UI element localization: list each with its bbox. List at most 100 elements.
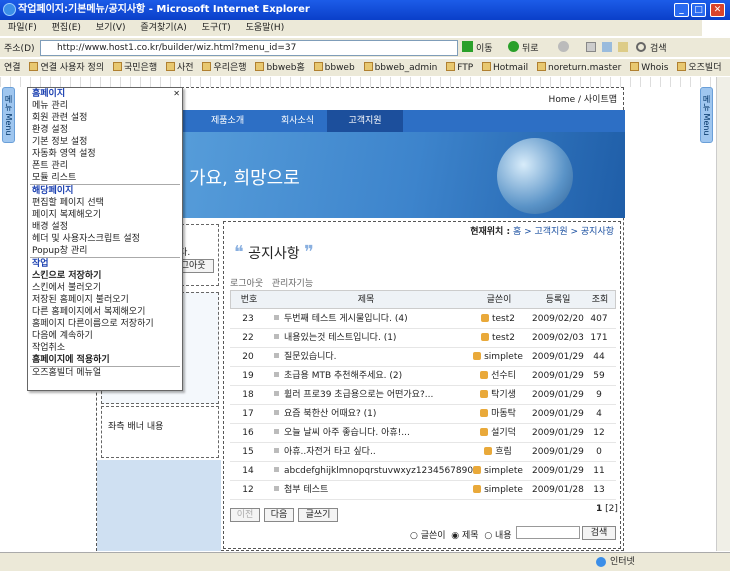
row-title[interactable]: abcdefghijklmnopqrstuvwxyz1234567890 <box>274 462 473 481</box>
row-title[interactable]: 두번째 테스트 게시물입니다. (4) <box>274 310 408 329</box>
popup-menu-item[interactable]: 편집할 페이지 선택 <box>28 197 182 209</box>
popup-menu-item[interactable]: 모듈 리스트 <box>28 172 182 184</box>
popup-menu-item[interactable]: 페이지 복제해오기 <box>28 209 182 221</box>
popup-menu-item[interactable]: 오즈홈빌더 메뉴얼 <box>28 367 182 379</box>
row-title[interactable]: 질문있습니다. <box>274 348 337 367</box>
link-item[interactable]: bbweb홈 <box>255 62 305 73</box>
popup-menu-item[interactable]: 회원 관련 설정 <box>28 112 182 124</box>
popup-menu-item[interactable]: 환경 설정 <box>28 124 182 136</box>
go-arrow-icon[interactable] <box>462 41 473 52</box>
row-author[interactable]: 선수티 <box>466 367 530 386</box>
bullet-icon <box>274 315 279 320</box>
row-title[interactable]: 휠러 프로39 초급용으로는 어떤가요?... <box>274 386 433 405</box>
popup-menu-item[interactable]: 저장된 홈페이지 불러오기 <box>28 294 182 306</box>
popup-menu-item[interactable]: 작업취소 <box>28 342 182 354</box>
refresh-icon[interactable] <box>602 42 612 52</box>
popup-menu-item[interactable]: 스킨으로 저장하기 <box>28 270 182 282</box>
zone-label: 인터넷 <box>610 557 635 567</box>
nav-item-news[interactable]: 회사소식 <box>281 110 314 132</box>
menu-edit[interactable]: 편집(E) <box>52 23 81 33</box>
left-background <box>97 460 221 551</box>
popup-menu-item[interactable]: 메뉴 관리 <box>28 100 182 112</box>
popup-menu-item[interactable]: 다음에 계속하기 <box>28 330 182 342</box>
forward-icon[interactable] <box>558 41 569 52</box>
row-author[interactable]: 흐림 <box>466 443 530 462</box>
popup-menu-item[interactable]: 홈페이지 다른이름으로 저장하기 <box>28 318 182 330</box>
popup-menu-item[interactable]: 기본 정보 설정 <box>28 136 182 148</box>
nav-item-products[interactable]: 제품소개 <box>211 110 244 132</box>
ruler <box>0 77 730 87</box>
link-item[interactable]: 사전 <box>166 62 194 73</box>
row-title[interactable]: 초급용 MTB 추천해주세요. (2) <box>274 367 402 386</box>
link-item[interactable]: bbweb_admin <box>363 62 437 73</box>
home-icon[interactable] <box>618 42 628 52</box>
popup-menu-item[interactable]: 배경 설정 <box>28 221 182 233</box>
popup-menu-item[interactable]: 홈페이지에 적용하기 <box>28 354 182 366</box>
board-search-button[interactable]: 검색 <box>582 526 616 540</box>
menu-favorites[interactable]: 즐겨찾기(A) <box>140 23 186 33</box>
radio-title[interactable]: ◉ 제목 <box>451 531 478 541</box>
go-button[interactable]: 이동 <box>476 41 493 54</box>
nav-item-support[interactable]: 고객지원 <box>327 110 403 132</box>
row-date: 2009/01/29 <box>532 390 584 400</box>
search-field[interactable] <box>516 526 580 539</box>
popup-menu-item[interactable]: Popup창 관리 <box>28 245 182 257</box>
popup-close-icon[interactable]: ✕ <box>173 88 180 100</box>
radio-author[interactable]: ○ 글쓴이 <box>410 531 446 541</box>
menu-help[interactable]: 도움말(H) <box>246 23 285 33</box>
prev-button[interactable]: 이전 <box>230 508 260 522</box>
row-title[interactable]: 요즘 북한산 어때요? (1) <box>274 405 376 424</box>
menu-tools[interactable]: 도구(T) <box>202 23 231 33</box>
popup-menu-item[interactable]: 스킨에서 불러오기 <box>28 282 182 294</box>
table-row: 18 휠러 프로39 초급용으로는 어떤가요?... 탁기생 2009/01/29 9 <box>230 386 616 405</box>
row-author[interactable]: simplete <box>466 462 530 481</box>
link-item[interactable]: 국민은행 <box>113 62 157 73</box>
link-item[interactable]: 연결 사용자 정의 <box>29 62 104 73</box>
close-button[interactable]: ✕ <box>710 3 725 17</box>
stop-icon[interactable] <box>586 42 596 52</box>
back-button[interactable]: 뒤로 <box>522 41 539 54</box>
row-title[interactable]: 내용있는것 테스트입니다. (1) <box>274 329 396 348</box>
popup-menu-item[interactable]: 다른 홈페이지에서 복제해오기 <box>28 306 182 318</box>
menu-view[interactable]: 보기(V) <box>96 23 126 33</box>
link-item[interactable]: bbweb <box>313 62 355 73</box>
row-title[interactable]: 오늘 날씨 아주 좋습니다. 아휴!... <box>274 424 410 443</box>
row-author[interactable]: test2 <box>466 310 530 329</box>
search-button[interactable]: 검색 <box>650 41 667 54</box>
search-icon[interactable] <box>636 42 646 52</box>
row-date: 2009/01/29 <box>532 428 584 438</box>
row-title[interactable]: 첨부 테스트 <box>274 481 328 500</box>
top-breadcrumb[interactable]: Home / 사이트맵 <box>549 92 617 105</box>
link-item[interactable]: noreturn.master <box>536 62 621 73</box>
side-menu-tab-right[interactable]: 메뉴 Menu <box>700 87 713 143</box>
row-title[interactable]: 아휴..자전거 타고 싶다.. <box>274 443 376 462</box>
popup-menu-item[interactable]: 폰트 관리 <box>28 160 182 172</box>
back-icon[interactable] <box>508 41 519 52</box>
row-author[interactable]: 탁기생 <box>466 386 530 405</box>
side-menu-tab-left[interactable]: 메뉴 Menu <box>2 87 15 143</box>
link-item[interactable]: 우리은행 <box>202 62 247 73</box>
vertical-scrollbar[interactable] <box>716 77 730 551</box>
address-input[interactable]: http://www.host1.co.kr/builder/wiz.html?… <box>40 40 458 56</box>
row-author[interactable]: test2 <box>466 329 530 348</box>
minimize-button[interactable]: _ <box>674 3 689 17</box>
maximize-button[interactable]: □ <box>691 3 706 17</box>
link-item[interactable]: Hotmail <box>482 62 528 73</box>
row-author[interactable]: simplete <box>466 481 530 500</box>
next-button[interactable]: 다음 <box>264 508 294 522</box>
row-author[interactable]: 설기덕 <box>466 424 530 443</box>
link-item[interactable]: FTP <box>446 62 473 73</box>
row-author[interactable]: 마동탁 <box>466 405 530 424</box>
admin-links[interactable]: 로그아웃 관리자기능 <box>230 276 313 289</box>
page-link[interactable]: [2] <box>605 504 618 514</box>
popup-menu-item[interactable]: 헤더 및 사용자스크립트 설정 <box>28 233 182 245</box>
row-author[interactable]: simplete <box>466 348 530 367</box>
link-item[interactable]: Whois <box>630 62 669 73</box>
link-item[interactable]: 오즈빌더 <box>677 62 722 73</box>
location-path[interactable]: 홈 > 고객지원 > 공지사항 <box>513 227 614 237</box>
menu-file[interactable]: 파일(F) <box>8 23 37 33</box>
popup-menu-item[interactable]: 자동화 영역 설정 <box>28 148 182 160</box>
write-button[interactable]: 글쓰기 <box>298 508 338 522</box>
pagination: 1 [2] <box>596 504 618 514</box>
radio-content[interactable]: ○ 내용 <box>484 531 511 541</box>
